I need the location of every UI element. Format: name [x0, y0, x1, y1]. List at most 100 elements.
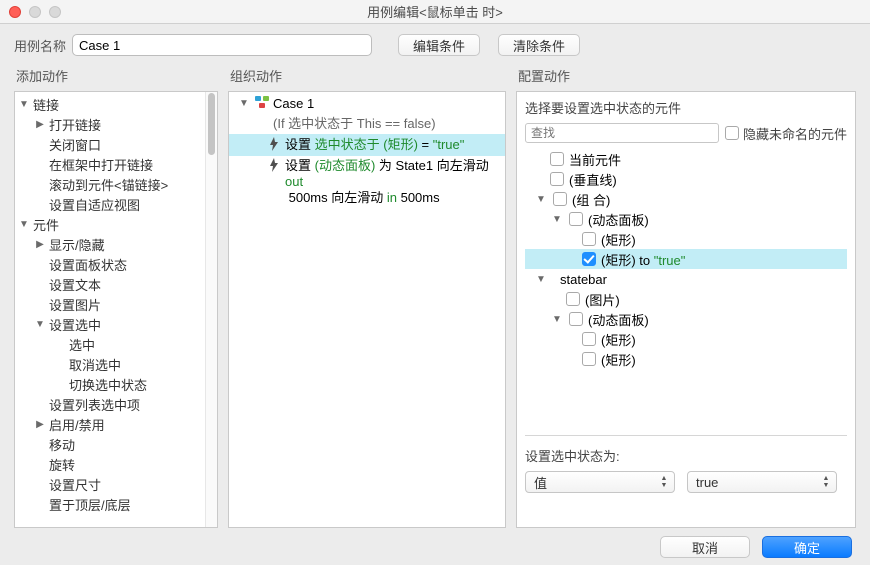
action-row-set-selected[interactable]: 设置 选中状态于 (矩形) = "true" — [229, 134, 505, 156]
disclosure-triangle[interactable]: ▼ — [33, 319, 47, 330]
edit-condition-button[interactable]: 编辑条件 — [398, 34, 480, 56]
cfg-actions-heading: 配置动作 — [518, 66, 856, 85]
action-tree-label: 关闭窗口 — [47, 135, 101, 154]
action-tree-item[interactable]: ▶启用/禁用 — [15, 414, 217, 434]
action-tree-item[interactable]: 取消选中 — [15, 354, 217, 374]
tree-row-statebar[interactable]: ▼statebar — [525, 269, 847, 289]
bolt-icon — [267, 158, 281, 172]
action-tree-item[interactable]: ▶打开链接 — [15, 114, 217, 134]
action-tree-item[interactable]: ▼设置选中 — [15, 314, 217, 334]
hide-unnamed-checkbox[interactable]: 隐藏未命名的元件 — [725, 124, 847, 143]
action-tree-item[interactable]: 设置列表选中项 — [15, 394, 217, 414]
disclosure-triangle[interactable]: ▼ — [17, 99, 31, 110]
checkbox-icon[interactable] — [550, 172, 564, 186]
tree-row-rect3[interactable]: (矩形) — [525, 349, 847, 369]
action-tree-item[interactable]: 设置自适应视图 — [15, 194, 217, 214]
checkbox-icon[interactable] — [566, 292, 580, 306]
checkbox-icon[interactable] — [569, 312, 583, 326]
action-tree-label: 设置自适应视图 — [47, 195, 140, 214]
chevron-updown-icon: ▲▼ — [819, 474, 833, 490]
tree-row-group[interactable]: ▼ (组 合) — [525, 189, 847, 209]
action-tree-label: 显示/隐藏 — [47, 235, 105, 254]
add-actions-scrollbar[interactable] — [205, 92, 217, 527]
window-close[interactable] — [9, 6, 21, 18]
tree-label: (动态面板) — [588, 310, 649, 329]
case-name-input[interactable] — [72, 34, 372, 56]
action-tree-item[interactable]: 设置图片 — [15, 294, 217, 314]
action-tree-item[interactable]: 旋转 — [15, 454, 217, 474]
action-tree-item[interactable]: 切换选中状态 — [15, 374, 217, 394]
action-tree-item[interactable]: 设置尺寸 — [15, 474, 217, 494]
action-tree-label: 设置图片 — [47, 295, 101, 314]
action-tree-label: 取消选中 — [67, 355, 121, 374]
disclosure-triangle[interactable]: ▼ — [534, 194, 548, 205]
bolt-icon — [267, 137, 281, 151]
action-tree-label: 切换选中状态 — [67, 375, 147, 394]
add-actions-heading: 添加动作 — [16, 66, 218, 85]
action-tree-item[interactable]: ▼链接 — [15, 94, 217, 114]
tree-row-dynpanel2[interactable]: ▼ (动态面板) — [525, 309, 847, 329]
action-tree-item[interactable]: 关闭窗口 — [15, 134, 217, 154]
tree-row-rect[interactable]: (矩形) — [525, 229, 847, 249]
ok-button[interactable]: 确定 — [762, 536, 852, 558]
disclosure-triangle[interactable]: ▼ — [237, 96, 251, 112]
hide-unnamed-label: 隐藏未命名的元件 — [743, 124, 847, 143]
disclosure-triangle[interactable]: ▶ — [33, 239, 47, 250]
action-tree-label: 设置选中 — [47, 315, 101, 334]
action-row-set-panel-state[interactable]: 设置 (动态面板) 为 State1 向左滑动 out 500ms 向左滑动 i… — [229, 156, 505, 208]
cfg-widget-tree: 当前元件 (垂直线) ▼ (组 合) ▼ (动态面板) (矩形) (矩形) to "… — [517, 149, 855, 375]
action-tree-item[interactable]: 置于顶层/底层 — [15, 494, 217, 514]
window-minimize — [29, 6, 41, 18]
cancel-button[interactable]: 取消 — [660, 536, 750, 558]
action-tree-item[interactable]: 滚动到元件<锚链接> — [15, 174, 217, 194]
tree-row-current-widget[interactable]: 当前元件 — [525, 149, 847, 169]
case-condition[interactable]: (If 选中状态于 This == false) — [229, 114, 505, 134]
tree-label: (组 合) — [572, 190, 610, 209]
checkbox-icon[interactable] — [553, 192, 567, 206]
action-tree-label: 设置面板状态 — [47, 255, 127, 274]
case-icon — [255, 96, 269, 108]
checkbox-icon[interactable] — [725, 126, 739, 140]
tree-row-image[interactable]: (图片) — [525, 289, 847, 309]
action-tree-label: 选中 — [67, 335, 95, 354]
value-type-select[interactable]: 值 ▲▼ — [525, 471, 675, 493]
action-tree-item[interactable]: ▶显示/隐藏 — [15, 234, 217, 254]
tree-label: (矩形) — [601, 350, 636, 369]
case-node[interactable]: ▼ Case 1 — [229, 94, 505, 114]
action-tree-label: 设置尺寸 — [47, 475, 101, 494]
disclosure-triangle[interactable]: ▼ — [534, 274, 548, 285]
disclosure-triangle[interactable]: ▼ — [17, 219, 31, 230]
case-name-text: Case 1 — [273, 96, 501, 112]
action-tree-item[interactable]: ▼元件 — [15, 214, 217, 234]
action-tree-label: 在框架中打开链接 — [47, 155, 153, 174]
window-controls — [9, 6, 61, 18]
tree-row-rect2[interactable]: (矩形) — [525, 329, 847, 349]
disclosure-triangle[interactable]: ▶ — [33, 419, 47, 430]
tree-row-dynpanel[interactable]: ▼(动态面板) — [525, 209, 847, 229]
checkbox-icon[interactable] — [582, 252, 596, 266]
disclosure-triangle[interactable]: ▼ — [550, 314, 564, 325]
cfg-search-input[interactable] — [525, 123, 719, 143]
action-tree-item[interactable]: 在框架中打开链接 — [15, 154, 217, 174]
tree-label: (矩形) — [601, 330, 636, 349]
action-text: 设置 选中状态于 (矩形) = "true" — [285, 137, 501, 153]
select-value: 值 — [534, 473, 547, 492]
value-select[interactable]: true ▲▼ — [687, 471, 837, 493]
action-tree-item[interactable]: 设置面板状态 — [15, 254, 217, 274]
action-tree-item[interactable]: 设置文本 — [15, 274, 217, 294]
action-tree-item[interactable]: 移动 — [15, 434, 217, 454]
clear-condition-button[interactable]: 清除条件 — [498, 34, 580, 56]
disclosure-triangle[interactable]: ▶ — [33, 119, 47, 130]
checkbox-icon[interactable] — [550, 152, 564, 166]
checkbox-icon[interactable] — [582, 232, 596, 246]
titlebar: 用例编辑<鼠标单击 时> — [0, 0, 870, 24]
tree-row-rect-to-true[interactable]: (矩形) to "true" — [525, 249, 847, 269]
checkbox-icon[interactable] — [569, 212, 583, 226]
checkbox-icon[interactable] — [582, 352, 596, 366]
checkbox-icon[interactable] — [582, 332, 596, 346]
disclosure-triangle[interactable]: ▼ — [550, 214, 564, 225]
scroll-thumb[interactable] — [208, 93, 215, 155]
tree-row-vline[interactable]: (垂直线) — [525, 169, 847, 189]
cfg-actions-panel: 选择要设置选中状态的元件 隐藏未命名的元件 当前元件 (垂直线) ▼(组 合) … — [516, 91, 856, 528]
action-tree-item[interactable]: 选中 — [15, 334, 217, 354]
